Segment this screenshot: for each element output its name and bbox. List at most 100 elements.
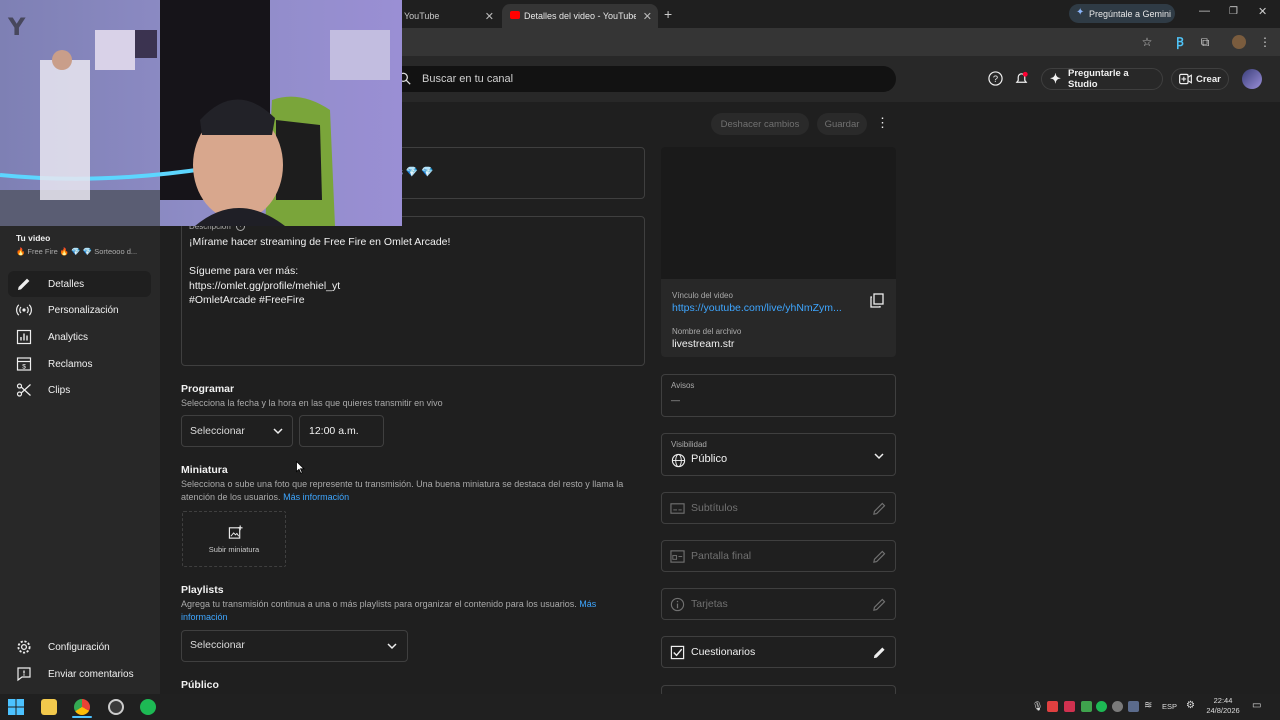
edit-pencil-icon[interactable] <box>872 501 887 516</box>
quizzes-label: Cuestionarios <box>691 646 756 658</box>
tab-title: Detalles del video - YouTube Stu <box>524 11 636 21</box>
webcam-overlay: Y <box>0 0 402 226</box>
notification-center-icon[interactable]: ▭ <box>1252 700 1261 711</box>
time-select[interactable]: 12:00 a.m. <box>299 415 384 447</box>
notifications-icon[interactable] <box>1014 71 1029 86</box>
svg-text:Y: Y <box>7 13 26 41</box>
sidebar-item-reclamos[interactable]: $ Reclamos <box>8 351 151 377</box>
sparkle-icon: ✦ <box>1050 71 1061 86</box>
tray-spotify-icon[interactable] <box>1096 701 1107 712</box>
video-link-label: Vínculo del video <box>672 291 733 300</box>
end-screen-row[interactable]: Pantalla final <box>661 540 896 572</box>
copy-icon[interactable] <box>870 293 884 308</box>
sidebar-item-detalles[interactable]: Detalles <box>8 271 151 297</box>
close-icon[interactable]: ✕ <box>643 10 652 23</box>
file-explorer-icon[interactable] <box>41 699 57 715</box>
gemini-icon: ✦ <box>1076 7 1085 18</box>
profile-avatar[interactable] <box>1232 35 1246 49</box>
create-button[interactable]: Crear <box>1171 68 1229 90</box>
upload-thumbnail-label: Subir miniatura <box>208 545 260 554</box>
playlists-more-info-link[interactable]: Más <box>579 599 596 609</box>
video-preview[interactable] <box>661 147 896 279</box>
tray-app-icon-1[interactable] <box>1047 701 1058 712</box>
mouse-cursor-icon <box>296 461 305 474</box>
tab-title: YouTube <box>404 11 440 21</box>
sidebar-item-label: Enviar comentarios <box>48 668 134 680</box>
clock[interactable]: 22:44 24/8/2026 <box>1201 696 1245 716</box>
ask-studio-label: Preguntarle a Studio <box>1068 68 1129 90</box>
cards-row[interactable]: Tarjetas <box>661 588 896 620</box>
feedback-icon <box>17 667 31 682</box>
cards-label: Tarjetas <box>691 598 728 610</box>
notices-label: Avisos <box>671 381 695 390</box>
spotify-icon[interactable] <box>140 699 156 715</box>
tray-app-icon-5[interactable] <box>1128 701 1139 712</box>
settings-tray-icon[interactable]: ⚙ <box>1186 700 1195 711</box>
schedule-subtitle: Selecciona la fecha y la hora en las que… <box>181 398 443 408</box>
playlists-heading: Playlists <box>181 584 224 596</box>
bookmark-star-icon[interactable]: ☆ <box>1140 35 1154 49</box>
gemini-button[interactable]: ✦ Pregúntale a Gemini <box>1069 4 1175 23</box>
visibility-select[interactable]: Visibilidad Público <box>661 433 896 476</box>
tray-app-icon-3[interactable] <box>1081 701 1092 712</box>
channel-avatar[interactable] <box>1242 69 1262 89</box>
tray-app-icon-4[interactable] <box>1112 701 1123 712</box>
edit-pencil-icon[interactable] <box>872 549 887 564</box>
language-indicator[interactable]: ESP <box>1162 702 1177 711</box>
thumbnail-more-info-link[interactable]: Más información <box>283 492 349 502</box>
sidebar-item-feedback[interactable]: Enviar comentarios <box>8 661 151 687</box>
more-options-icon[interactable]: ⋮ <box>876 115 889 131</box>
ask-studio-button[interactable]: ✦ Preguntarle a Studio <box>1041 68 1163 90</box>
subtitles-row[interactable]: Subtítulos <box>661 492 896 524</box>
claims-icon: $ <box>16 357 32 371</box>
sidebar-item-label: Detalles <box>48 278 85 290</box>
your-video-heading: Tu video <box>16 233 51 243</box>
subtitles-icon <box>670 503 685 514</box>
restore-icon[interactable]: ❐ <box>1229 6 1238 17</box>
sidebar-video-title: 🔥 Free Fire 🔥 💎 💎 Sorteooo d... <box>16 247 138 256</box>
browser-tab-youtube[interactable]: YouTube ✕ <box>396 4 500 28</box>
visibility-label: Visibilidad <box>671 440 707 449</box>
minimize-icon[interactable]: — <box>1199 5 1210 17</box>
search-input[interactable]: Buscar en tu canal <box>390 66 896 92</box>
windows-start-icon[interactable] <box>8 699 24 715</box>
translate-extension-icon[interactable]: Ꞵ <box>1173 35 1187 49</box>
extensions-icon[interactable]: ⧉ <box>1198 35 1212 49</box>
help-icon[interactable]: ? <box>988 71 1003 86</box>
playlist-select[interactable]: Seleccionar <box>181 630 408 662</box>
close-icon[interactable]: ✕ <box>485 10 494 23</box>
tray-app-icon-2[interactable] <box>1064 701 1075 712</box>
sidebar-item-clips[interactable]: Clips <box>8 377 151 403</box>
browser-tab-studio[interactable]: Detalles del video - YouTube Stu ✕ <box>502 4 658 28</box>
wifi-icon[interactable]: ≋ <box>1144 700 1152 711</box>
microphone-icon[interactable]: 🎙 <box>1032 701 1043 712</box>
analytics-icon <box>16 329 32 345</box>
sidebar-item-personalizacion[interactable]: Personalización <box>8 297 151 323</box>
sidebar-item-configuracion[interactable]: Configuración <box>8 634 151 660</box>
broadcast-icon <box>16 304 32 316</box>
quizzes-row[interactable]: Cuestionarios <box>661 636 896 668</box>
sidebar-item-label: Personalización <box>48 304 119 316</box>
date-select[interactable]: Seleccionar <box>181 415 293 447</box>
thumbnail-subtitle-1: Selecciona o sube una foto que represent… <box>181 479 624 489</box>
browser-menu-icon[interactable]: ⋮ <box>1258 35 1272 49</box>
undo-changes-button[interactable]: Deshacer cambios <box>711 113 809 135</box>
video-link[interactable]: https://youtube.com/live/yhNmZym... <box>672 302 842 314</box>
chrome-icon[interactable] <box>74 699 90 715</box>
date-select-value: Seleccionar <box>190 425 245 437</box>
save-button[interactable]: Guardar <box>817 113 867 135</box>
visibility-value: Público <box>691 453 728 465</box>
sidebar-item-analytics[interactable]: Analytics <box>8 324 151 350</box>
create-video-icon <box>1179 73 1192 85</box>
upload-thumbnail-button[interactable]: Subir miniatura <box>182 511 286 567</box>
edit-pencil-icon[interactable] <box>872 597 887 612</box>
playlists-more-info-link-2[interactable]: información <box>181 611 228 624</box>
close-window-icon[interactable]: ✕ <box>1258 5 1267 18</box>
webcam-image: Y <box>0 0 402 226</box>
subtitles-label: Subtítulos <box>691 502 738 514</box>
thumbnail-subtitle-2: atención de los usuarios. Más informació… <box>181 491 349 504</box>
obs-icon[interactable] <box>108 699 124 715</box>
edit-pencil-icon[interactable] <box>872 645 887 660</box>
new-tab-icon[interactable]: + <box>664 6 672 22</box>
search-placeholder: Buscar en tu canal <box>422 73 514 85</box>
